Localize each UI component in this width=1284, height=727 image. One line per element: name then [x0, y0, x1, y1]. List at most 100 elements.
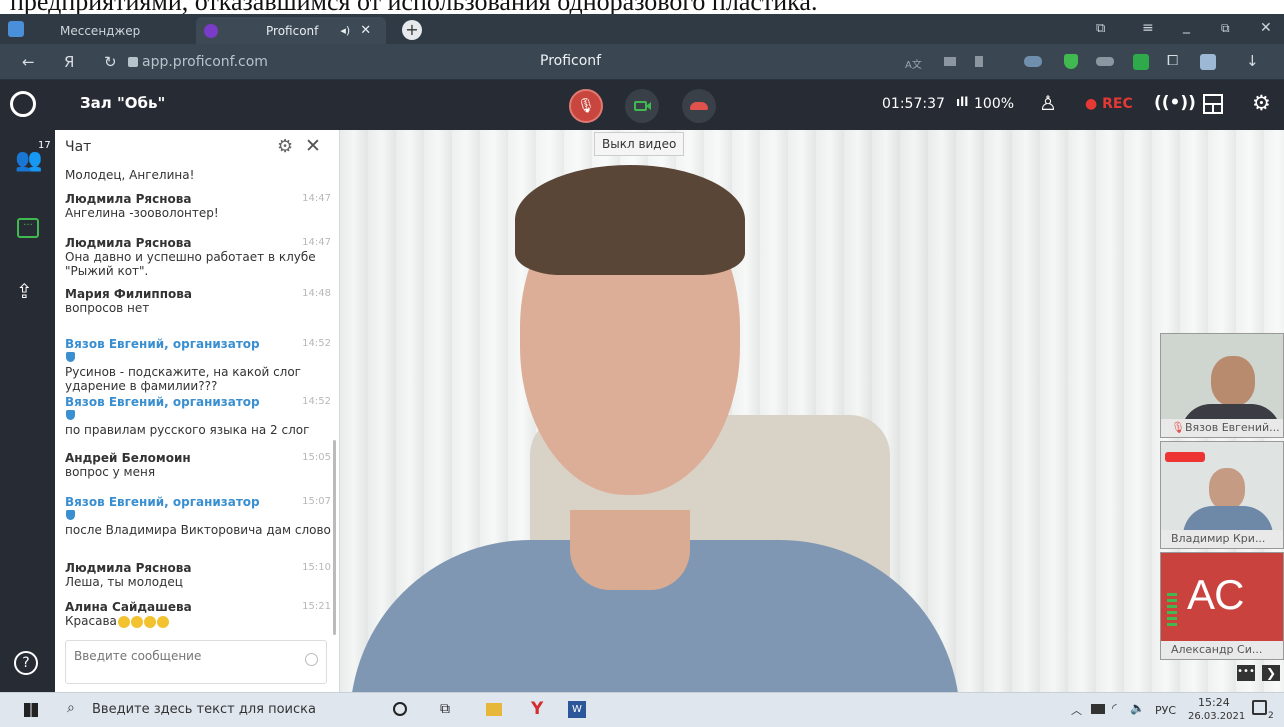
speaker-hair — [515, 165, 745, 275]
clap-emoji-icon — [130, 615, 143, 628]
participant-name: Александр Си... — [1161, 641, 1283, 659]
profile-ext-icon[interactable] — [1200, 54, 1216, 70]
video-tooltip: Выкл видео — [594, 132, 685, 156]
close-window-icon[interactable]: ✕ — [1260, 20, 1272, 36]
new-tab-button[interactable]: + — [402, 20, 422, 40]
organizer-badge-icon — [66, 410, 75, 420]
search-icon[interactable]: ⌕ — [67, 700, 75, 716]
file-explorer-icon[interactable] — [486, 703, 502, 716]
document-text-fragment: предприятиями, отказавшимся от использов… — [0, 0, 1284, 14]
app-sidebar: 17 👥 ··· ⇪ ? — [0, 130, 55, 692]
restore-icon[interactable]: ⧉ — [1221, 21, 1230, 36]
message-text: по правилам русского языка на 2 слог — [65, 423, 310, 437]
message-author: Вязов Евгений, организатор — [65, 495, 260, 509]
reload-icon[interactable]: ↻ — [104, 53, 117, 71]
menu-icon[interactable]: ≡ — [1142, 20, 1154, 36]
conference-header: Зал "Обь" 🎙 01:57:37 ıll 100% ♙ ● REC ((… — [0, 80, 1284, 130]
participant-tile[interactable]: АС Александр Си... — [1160, 552, 1284, 660]
tab-messenger[interactable]: Мессенджер — [52, 17, 192, 44]
clock-date[interactable]: 26.03.2021 — [1188, 711, 1245, 722]
taskbar-search[interactable]: Введите здесь текст для поиска — [92, 702, 316, 717]
message-time: 14:47 — [302, 237, 331, 248]
participant-video — [1211, 356, 1255, 406]
tab-proficonf[interactable]: Proficonf ◂) ✕ — [196, 17, 386, 44]
participants-icon[interactable]: 👥 — [15, 148, 42, 173]
page-title: Proficonf — [540, 53, 602, 69]
back-icon[interactable]: ← — [22, 53, 35, 71]
word-icon[interactable]: W — [568, 701, 586, 718]
participant-tile[interactable]: 🎙Вязов Евгений... — [1160, 333, 1284, 438]
initials: АС — [1187, 571, 1245, 618]
share-icon[interactable]: ⇪ — [16, 279, 33, 303]
network-icon[interactable] — [1091, 704, 1105, 714]
add-participant-icon[interactable]: ♙ — [1039, 91, 1057, 115]
cloud-icon[interactable] — [1024, 56, 1042, 67]
organizer-badge-icon — [66, 510, 75, 520]
proficonf-logo-icon[interactable] — [10, 91, 36, 117]
message-author: Людмила Ряснова — [65, 561, 192, 575]
yandex-icon[interactable]: Я — [64, 53, 74, 71]
shield-ext-icon[interactable] — [1064, 54, 1078, 69]
tabs-icon[interactable]: ⧉ — [1096, 21, 1105, 36]
participant-tile[interactable]: Владимир Кри... — [1160, 441, 1284, 549]
chat-message: Вязов Евгений, организатор 15:07 после Вла… — [65, 495, 331, 537]
clap-emoji-icon — [156, 615, 169, 628]
emoji-icon[interactable] — [305, 653, 318, 666]
end-call-button[interactable] — [682, 89, 716, 123]
clap-emoji-icon — [117, 615, 130, 628]
broadcast-icon[interactable]: ((•)) — [1154, 93, 1196, 113]
notifications-icon[interactable] — [1252, 700, 1267, 715]
more-options-button[interactable]: ••• — [1237, 665, 1255, 681]
translate-icon[interactable]: A文 — [905, 56, 922, 71]
chat-message: Людмила Ряснова 14:47 Ангелина -зооволонте… — [65, 192, 331, 220]
close-tab-icon[interactable]: ✕ — [360, 23, 371, 38]
signal-quality: 100% — [974, 96, 1015, 112]
yandex-browser-icon[interactable]: Y — [531, 699, 543, 719]
message-text: Ангелина -зооволонтер! — [65, 206, 219, 220]
chat-message-input[interactable] — [74, 649, 274, 663]
browser-logo-icon[interactable] — [8, 21, 24, 37]
chat-scrollbar[interactable] — [333, 440, 336, 635]
puzzle-icon[interactable]: ⧠ — [1167, 53, 1178, 69]
chat-settings-icon[interactable]: ⚙ — [277, 136, 293, 157]
message-author: Людмила Ряснова — [65, 236, 192, 250]
message-time: 15:10 — [302, 562, 331, 573]
chat-message: Андрей Беломоин 15:05 вопрос у меня — [65, 451, 331, 479]
bookmark-icon[interactable] — [975, 56, 983, 67]
rec-indicator[interactable]: ● REC — [1085, 96, 1133, 112]
clock-time[interactable]: 15:24 — [1198, 696, 1230, 709]
message-text: Молодец, Ангелина! — [65, 168, 195, 182]
tray-chevron-icon[interactable]: ︿ — [1071, 702, 1082, 718]
audio-icon[interactable]: ◂) — [340, 24, 350, 37]
chat-icon[interactable]: ··· — [17, 218, 39, 238]
url-field[interactable]: app.proficonf.com — [142, 51, 302, 73]
participant-name: Владимир Кри... — [1161, 530, 1283, 548]
participant-name: 🎙Вязов Евгений... — [1161, 419, 1283, 437]
chat-input-box[interactable] — [65, 640, 327, 684]
hat-icon[interactable] — [1096, 57, 1114, 66]
call-timer: 01:57:37 — [882, 96, 945, 112]
camera-icon[interactable] — [944, 57, 956, 66]
volume-icon[interactable]: 🔈 — [1130, 701, 1145, 715]
hangup-icon — [690, 102, 708, 110]
grammar-ext-icon[interactable] — [1133, 54, 1149, 70]
wifi-icon[interactable]: ◜ — [1112, 701, 1117, 715]
download-icon[interactable]: ↓ — [1246, 52, 1259, 70]
layout-icon[interactable] — [1203, 94, 1223, 114]
language-indicator[interactable]: РУС — [1155, 704, 1176, 717]
chat-close-icon[interactable]: ✕ — [305, 135, 321, 157]
notification-count: 2 — [1268, 711, 1274, 721]
tab-label: Мессенджер — [60, 23, 141, 38]
windows-start-icon[interactable] — [24, 703, 38, 717]
participant-video — [1209, 468, 1245, 510]
cortana-icon[interactable] — [393, 702, 407, 716]
minimize-icon[interactable]: _ — [1183, 18, 1190, 34]
video-toggle-button[interactable] — [625, 89, 659, 123]
settings-icon[interactable]: ⚙ — [1252, 91, 1271, 115]
message-text: Леша, ты молодец — [65, 575, 183, 589]
task-view-icon[interactable]: ⧉ — [440, 701, 450, 717]
mute-mic-button[interactable]: 🎙 — [569, 89, 603, 123]
help-icon[interactable]: ? — [14, 651, 38, 675]
next-page-button[interactable]: ❯ — [1262, 665, 1280, 681]
speaker-neck — [570, 510, 690, 590]
